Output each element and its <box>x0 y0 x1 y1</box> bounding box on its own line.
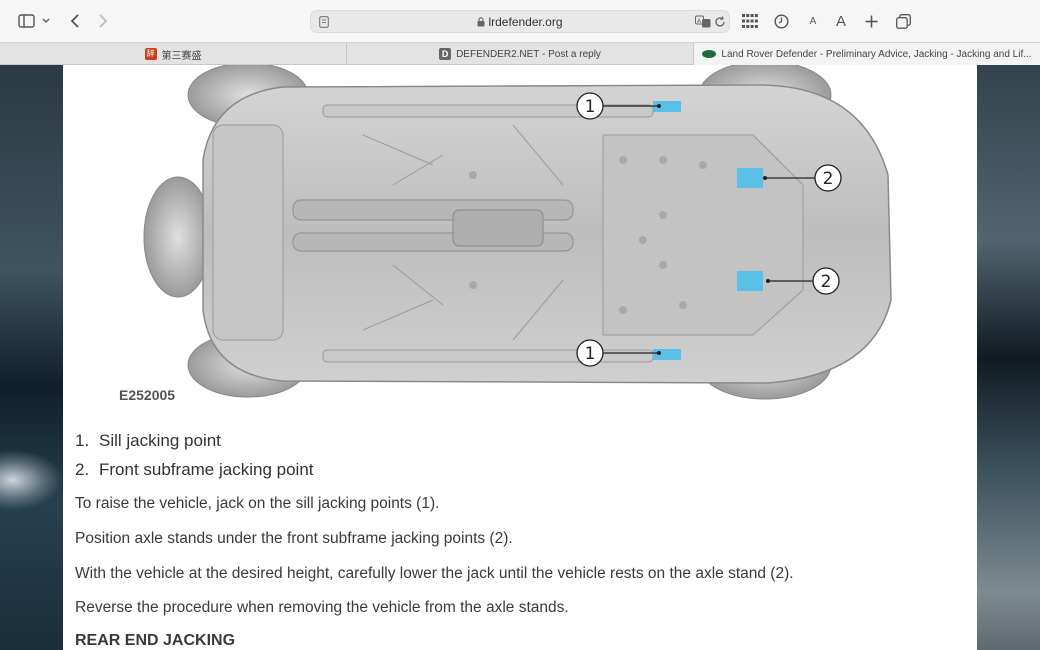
land-rover-logo-icon <box>702 50 717 58</box>
callout-2-bottom: 2 <box>821 272 832 292</box>
tab-favicon-icon: D <box>439 48 452 60</box>
article-content: 1 1 2 2 E252005 1. Sill jacking point 2. F… <box>63 65 977 650</box>
clock-icon <box>773 13 789 29</box>
apps-grid-button[interactable] <box>740 9 760 33</box>
tab-label: DEFENDER2.NET - Post a reply <box>456 48 601 60</box>
tab-2[interactable]: D DEFENDER2.NET - Post a reply <box>347 43 694 65</box>
legend-text: Sill jacking point <box>99 431 221 450</box>
legend-item: 2. Front subframe jacking point <box>75 460 314 480</box>
paragraph: With the vehicle at the desired height, … <box>75 565 794 582</box>
plus-icon <box>865 15 877 27</box>
background-image-left <box>0 65 63 650</box>
browser-toolbar: lrdefender.org A A A <box>0 0 1040 42</box>
callout-1-bottom: 1 <box>585 344 596 364</box>
subframe-jacking-point-right <box>737 271 763 291</box>
tab-label: 第三赛盛 <box>161 50 202 62</box>
wave-splash <box>0 450 63 510</box>
tab-label: Land Rover Defender - Preliminary Advice… <box>721 48 1032 60</box>
tab-favicon-icon: 辞 <box>144 48 157 60</box>
legend-item: 1. Sill jacking point <box>75 431 221 451</box>
paragraph: Position axle stands under the front sub… <box>75 530 513 547</box>
sidebar-toggle-button[interactable] <box>14 9 54 33</box>
reload-icon[interactable] <box>714 16 726 28</box>
url-display: lrdefender.org <box>311 15 729 29</box>
back-button[interactable] <box>64 9 86 33</box>
lock-icon <box>477 17 485 27</box>
font-smaller-button[interactable]: A <box>805 9 821 33</box>
sidebar-icon <box>18 14 50 28</box>
new-tab-button[interactable] <box>862 9 880 33</box>
grid-icon <box>742 14 758 28</box>
paragraph: To raise the vehicle, jack on the sill j… <box>75 495 440 512</box>
section-heading: REAR END JACKING <box>75 632 236 649</box>
tab-overview-button[interactable] <box>893 9 913 33</box>
paragraph: Reverse the procedure when removing the … <box>75 599 569 616</box>
figure-id: E252005 <box>119 387 176 403</box>
url-text: lrdefender.org <box>488 15 563 29</box>
legend-text: Front subframe jacking point <box>99 460 314 479</box>
subframe-jacking-point-left <box>737 168 763 188</box>
legend-number: 1. <box>75 431 90 450</box>
chevron-left-icon <box>70 14 79 28</box>
forward-button[interactable] <box>92 9 114 33</box>
tabs-overview-icon <box>895 13 911 29</box>
legend-number: 2. <box>75 460 90 479</box>
tab-bar: 辞 第三赛盛 D DEFENDER2.NET - Post a reply La… <box>0 42 1040 65</box>
tab-3[interactable]: Land Rover Defender - Preliminary Advice… <box>694 43 1040 65</box>
vehicle-underside-diagram: 1 1 2 2 <box>143 65 892 400</box>
tab-1[interactable]: 辞 第三赛盛 <box>0 43 347 65</box>
translate-icon[interactable]: A <box>695 15 711 28</box>
callout-1-top: 1 <box>585 97 596 117</box>
callout-2-top: 2 <box>823 169 834 189</box>
font-larger-button[interactable]: A <box>832 9 850 33</box>
address-bar[interactable]: lrdefender.org A <box>310 10 730 33</box>
history-button[interactable] <box>772 9 790 33</box>
background-image-right <box>977 65 1040 650</box>
sill-jacking-point-front-right <box>653 349 681 360</box>
chevron-right-icon <box>99 14 108 28</box>
